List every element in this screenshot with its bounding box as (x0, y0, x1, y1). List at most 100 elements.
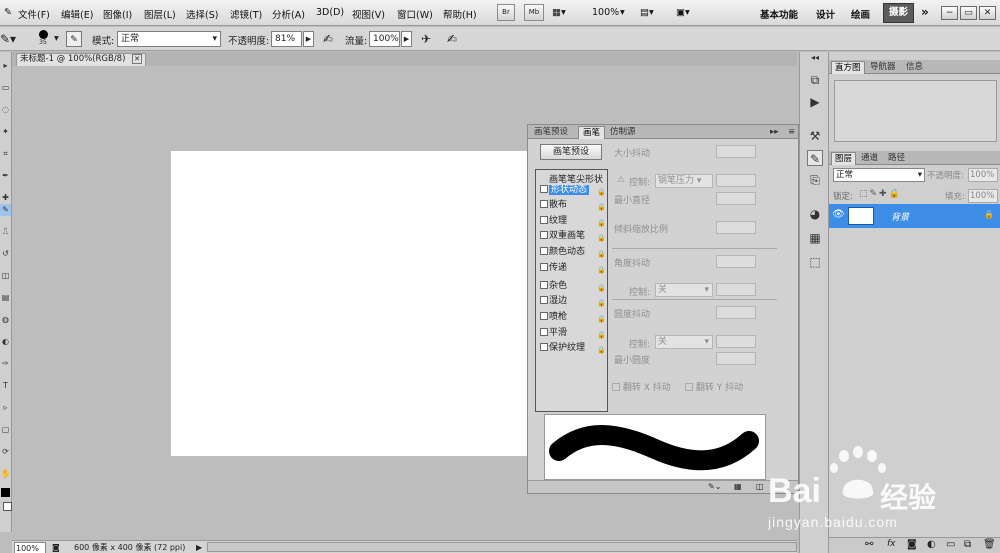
hand-tool-icon[interactable]: ✋ (0, 468, 11, 480)
lock-icon[interactable]: 🔒 (597, 248, 606, 261)
roundness-control-select[interactable]: 关 ▾ (655, 335, 713, 349)
tab-paths[interactable]: 路径 (885, 152, 908, 165)
checkbox[interactable] (540, 200, 548, 208)
chevron-down-icon[interactable]: ▾ (620, 7, 625, 18)
workspace-design[interactable]: 设计 (816, 7, 835, 21)
checkbox[interactable] (540, 185, 548, 193)
lock-icon[interactable]: 🔒 (597, 329, 606, 342)
brush-tool-icon[interactable]: ✎▾ (0, 31, 16, 47)
move-tool-icon[interactable]: ▸ (0, 60, 11, 72)
mini-bridge-button[interactable]: Mb (524, 4, 544, 21)
brush-preset-picker[interactable]: 35 (34, 29, 52, 50)
checkbox[interactable] (540, 328, 548, 336)
toggle-live-tip-icon[interactable]: ✎⌄ (708, 482, 721, 491)
horizontal-scrollbar[interactable] (207, 542, 797, 552)
document-canvas[interactable] (171, 151, 531, 456)
clone-source-icon[interactable]: ⎘ (807, 172, 823, 188)
option-transfer[interactable]: 传递 🔒 (540, 262, 607, 275)
trash-icon[interactable]: 🗑 (983, 539, 996, 550)
tilt-scale-field[interactable] (716, 221, 756, 234)
blur-tool-icon[interactable]: ◍ (0, 314, 11, 326)
option-color-dynamics[interactable]: 颜色动态 🔒 (540, 246, 607, 259)
foreground-color-swatch[interactable] (1, 488, 10, 497)
menu-help[interactable]: 帮助(H) (443, 7, 477, 21)
marquee-tool-icon[interactable]: ▭ (0, 82, 11, 94)
roundness-control-field[interactable] (716, 335, 756, 348)
menu-layer[interactable]: 图层(L) (144, 7, 176, 21)
chevron-down-icon[interactable]: ▾ (54, 33, 59, 44)
checkbox[interactable] (540, 343, 548, 351)
angle-control-field[interactable] (716, 283, 756, 296)
option-scattering[interactable]: 散布 🔒 (540, 199, 607, 212)
airbrush-icon[interactable]: ✈ (418, 31, 434, 47)
pressure-size-icon[interactable]: ✍ (444, 31, 460, 47)
tab-layers[interactable]: 图层 (831, 152, 857, 165)
tab-navigator[interactable]: 导航器 (867, 61, 899, 74)
workspace-painting[interactable]: 绘画 (851, 7, 870, 21)
shape-tool-icon[interactable]: ▢ (0, 424, 11, 436)
collapse-dock-icon[interactable]: ◂◂ (807, 54, 823, 62)
tab-channels[interactable]: 通道 (858, 152, 881, 165)
history-brush-icon[interactable]: ↺ (0, 248, 11, 260)
menu-image[interactable]: 图像(I) (103, 7, 132, 21)
option-protect-texture[interactable]: 保护纹理 🔒 (540, 342, 607, 355)
control-pen-field[interactable] (716, 174, 756, 187)
menu-3d[interactable]: 3D(D) (316, 7, 344, 18)
blend-mode-select[interactable]: 正常 ▾ (833, 168, 925, 182)
lock-icon[interactable]: 🔒 (597, 264, 606, 277)
dodge-tool-icon[interactable]: ◐ (0, 336, 11, 348)
brush-presets-button[interactable]: 画笔预设 (540, 144, 602, 160)
close-tab-icon[interactable]: ✕ (132, 54, 142, 64)
roundness-jitter-field[interactable] (716, 306, 756, 319)
option-shape-dynamics[interactable]: 形状动态 🔒 (540, 184, 607, 197)
menu-view[interactable]: 视图(V) (352, 7, 385, 21)
eraser-tool-icon[interactable]: ◫ (0, 270, 11, 282)
menu-filter[interactable]: 滤镜(T) (230, 7, 262, 21)
option-noise[interactable]: 杂色 🔒 (540, 280, 607, 293)
layer-row-background[interactable]: 👁 背景 🔒 (829, 204, 1000, 228)
more-workspaces-button[interactable]: » (921, 5, 929, 19)
color-icon[interactable]: ◕ (807, 206, 823, 222)
brush-panel-icon[interactable]: ✎ (807, 150, 823, 166)
background-color-swatch[interactable] (3, 502, 12, 511)
eyedropper-tool-icon[interactable]: ✒ (0, 170, 11, 182)
healing-tool-icon[interactable]: ✚ (0, 192, 11, 204)
new-layer-icon[interactable]: ⧉ (964, 539, 971, 550)
angle-jitter-field[interactable] (716, 255, 756, 268)
type-tool-icon[interactable]: T (0, 380, 11, 392)
lasso-tool-icon[interactable]: ◌ (0, 104, 11, 116)
bridge-button[interactable]: Br (497, 4, 515, 21)
3d-rotate-icon[interactable]: ⟳ (0, 446, 11, 458)
tab-brush-presets[interactable]: 画笔预设 (530, 126, 572, 139)
flow-slider-button[interactable]: ▶ (401, 31, 412, 47)
lock-icon[interactable]: 🔒 (597, 313, 606, 326)
checkbox[interactable] (612, 383, 620, 391)
checkbox[interactable] (540, 281, 548, 289)
link-icon[interactable]: ⚯ (865, 539, 873, 550)
close-button[interactable]: ✕ (979, 6, 996, 20)
fx-icon[interactable]: fx (887, 539, 896, 549)
adjustment-icon[interactable]: ◐ (927, 539, 936, 550)
checkbox[interactable] (540, 216, 548, 224)
mode-select[interactable]: 正常 ▾ (117, 31, 221, 47)
status-menu-arrow[interactable]: ▶ (196, 542, 202, 553)
option-airbrush[interactable]: 喷枪 🔒 (540, 311, 607, 324)
pressure-opacity-icon[interactable]: ✍ (320, 31, 336, 47)
history-icon[interactable]: ⧉ (807, 72, 823, 88)
collapse-icon[interactable]: ▸▸ (766, 126, 783, 139)
minimize-button[interactable]: − (941, 6, 958, 20)
option-dual-brush[interactable]: 双重画笔 🔒 (540, 230, 607, 243)
option-texture[interactable]: 纹理 🔒 (540, 215, 607, 228)
new-preset-icon[interactable]: ◫ (756, 482, 764, 491)
zoom-level-menu[interactable]: 100% (592, 7, 619, 18)
checkbox[interactable] (540, 247, 548, 255)
status-icon[interactable]: ◙ (52, 542, 60, 553)
folder-icon[interactable]: ▭ (946, 539, 955, 550)
actions-icon[interactable]: ▶ (807, 94, 823, 110)
gradient-tool-icon[interactable]: ▤ (0, 292, 11, 304)
flip-x-checkbox[interactable]: 翻转 X 抖动 (612, 380, 671, 393)
control-pen-select[interactable]: 钢笔压力 ▾ (655, 174, 713, 188)
menu-window[interactable]: 窗口(W) (397, 7, 433, 21)
lock-icon[interactable]: 🔒 (597, 232, 606, 245)
menu-file[interactable]: 文件(F) (18, 7, 50, 21)
